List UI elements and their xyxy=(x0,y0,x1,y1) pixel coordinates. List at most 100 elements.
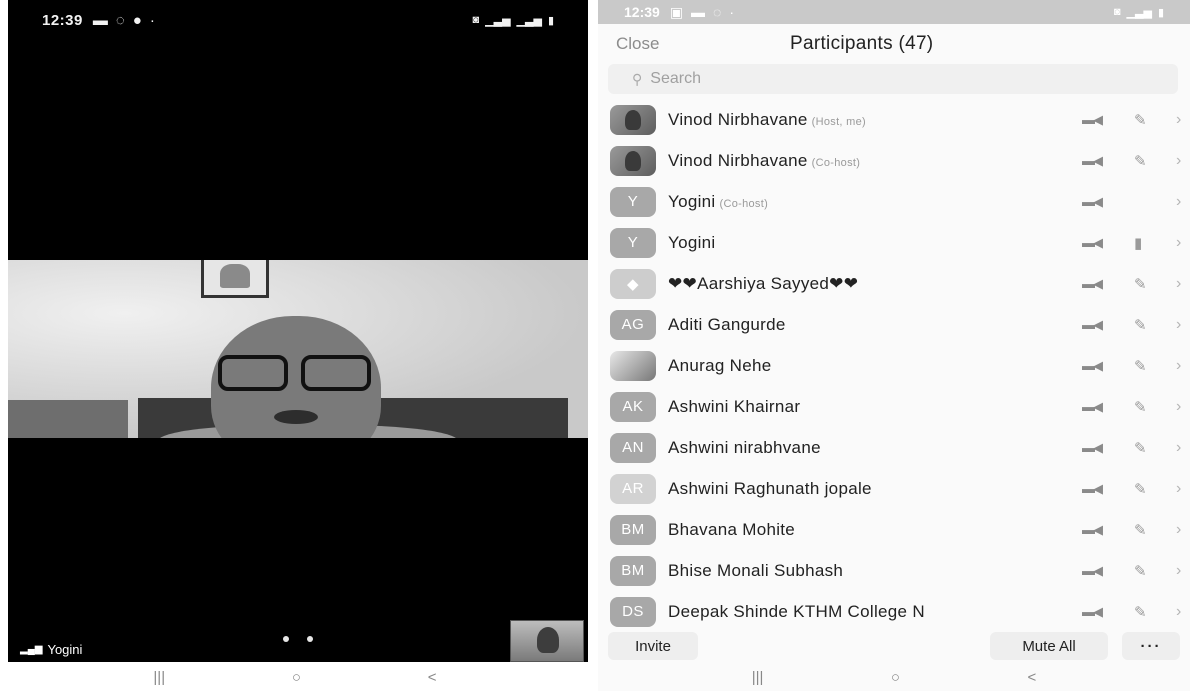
home-icon[interactable]: ○ xyxy=(891,669,900,686)
alarm-icon: ◙ xyxy=(1113,5,1121,18)
self-video-thumbnail[interactable] xyxy=(510,620,584,662)
close-button[interactable]: Close xyxy=(616,34,659,54)
avatar: AN xyxy=(610,432,656,463)
status-bar: 12:39 ▬ ◌ ● · ◙ ▁▃▅ ▁▃▅ ▮ xyxy=(8,0,588,40)
mic-muted-icon: ✎ xyxy=(1134,562,1147,580)
search-input[interactable]: ⚲ Search xyxy=(608,64,1178,94)
video-off-icon: ▬◀ xyxy=(1082,439,1103,455)
back-icon[interactable]: < xyxy=(1027,669,1036,686)
mic-muted-icon: ✎ xyxy=(1134,521,1147,539)
participant-role: (Host, me) xyxy=(811,115,866,128)
participant-name: Ashwini nirabhvane xyxy=(668,437,821,457)
chevron-right-icon: › xyxy=(1176,110,1182,128)
page-title: Participants (47) xyxy=(790,33,934,54)
chevron-right-icon: › xyxy=(1176,233,1182,251)
participant-name: ❤❤Aarshiya Sayyed❤❤ xyxy=(668,273,859,293)
video-off-icon: ▬◀ xyxy=(1082,111,1103,127)
mic-muted-icon: ✎ xyxy=(1134,357,1147,375)
active-speaker-video[interactable] xyxy=(8,260,588,438)
phone-icon: ● xyxy=(132,11,142,29)
invite-button[interactable]: Invite xyxy=(608,632,698,660)
back-icon[interactable]: < xyxy=(428,669,437,686)
home-icon[interactable]: ○ xyxy=(292,669,301,686)
chevron-right-icon: › xyxy=(1176,356,1182,374)
participant-name: Bhavana Mohite xyxy=(668,519,796,539)
battery-icon: ▮ xyxy=(1157,6,1164,19)
participant-row[interactable]: Anurag Nehe ▬◀ ✎ › xyxy=(598,345,1190,386)
participant-row[interactable]: Y Yogini ▬◀ ▮ › xyxy=(598,222,1190,263)
recents-icon[interactable]: ||| xyxy=(752,669,764,686)
avatar xyxy=(610,145,656,176)
mic-muted-icon: ✎ xyxy=(1134,275,1147,293)
avatar: ◆ xyxy=(610,268,656,299)
dot-icon: · xyxy=(729,3,735,20)
participant-row[interactable]: Vinod Nirbhavane (Co-host) ▬◀ ✎ › xyxy=(598,140,1190,181)
whatsapp-icon: ◌ xyxy=(115,11,125,29)
wall-picture xyxy=(201,260,269,298)
signal-icon: ▁▃▅ xyxy=(1126,6,1152,19)
whatsapp-icon: ◌ xyxy=(713,3,722,20)
participant-row[interactable]: BM Bhise Monali Subhash ▬◀ ✎ › xyxy=(598,550,1190,591)
avatar: Y xyxy=(610,227,656,258)
avatar xyxy=(610,104,656,135)
chevron-right-icon: › xyxy=(1176,520,1182,538)
video-off-icon: ▬◀ xyxy=(1082,357,1103,373)
participant-name: Yogini xyxy=(668,232,716,252)
self-name-label: ▂▄▆ Yogini xyxy=(20,642,83,657)
participant-name: Vinod Nirbhavane xyxy=(668,109,808,129)
video-off-icon: ▬◀ xyxy=(1082,398,1103,414)
participant-row[interactable]: BM Bhavana Mohite ▬◀ ✎ › xyxy=(598,509,1190,550)
participant-name: Ashwini Khairnar xyxy=(668,396,801,416)
participant-row[interactable]: AN Ashwini nirabhvane ▬◀ ✎ › xyxy=(598,427,1190,468)
recents-icon[interactable]: ||| xyxy=(153,669,165,686)
message-icon: ▬ xyxy=(691,3,706,20)
participant-row[interactable]: AG Aditi Gangurde ▬◀ ✎ › xyxy=(598,304,1190,345)
mic-muted-icon: ✎ xyxy=(1134,398,1147,416)
android-nav-bar: ||| ○ < xyxy=(598,664,1190,691)
search-icon: ⚲ xyxy=(632,70,643,87)
avatar: Y xyxy=(610,186,656,217)
status-time: 12:39 xyxy=(42,11,83,29)
participant-role: (Co-host) xyxy=(719,197,769,210)
avatar: AK xyxy=(610,391,656,422)
participant-row[interactable]: DS Deepak Shinde KTHM College N ▬◀ ✎ › xyxy=(598,591,1190,632)
video-off-icon: ▬◀ xyxy=(1082,152,1103,168)
screenshot-root: 12:39 ▬ ◌ ● · ◙ ▁▃▅ ▁▃▅ ▮ ▂▄▆ Yogini |||… xyxy=(0,0,1190,691)
mute-all-button[interactable]: Mute All xyxy=(990,632,1108,660)
participants-action-bar: Invite Mute All ··· xyxy=(598,632,1190,664)
battery-icon: ▮ xyxy=(547,14,554,27)
participant-role: (Co-host) xyxy=(811,156,861,169)
participant-row[interactable]: Vinod Nirbhavane (Host, me) ▬◀ ✎ › xyxy=(598,99,1190,140)
chevron-right-icon: › xyxy=(1176,561,1182,579)
mic-muted-icon: ✎ xyxy=(1134,439,1147,457)
participant-row[interactable]: AR Ashwini Raghunath jopale ▬◀ ✎ › xyxy=(598,468,1190,509)
chevron-right-icon: › xyxy=(1176,315,1182,333)
avatar: DS xyxy=(610,596,656,627)
participant-name: Ashwini Raghunath jopale xyxy=(668,478,872,498)
avatar: AR xyxy=(610,473,656,504)
more-options-button[interactable]: ··· xyxy=(1122,632,1180,660)
mic-muted-icon: ✎ xyxy=(1134,152,1147,170)
participant-row[interactable]: AK Ashwini Khairnar ▬◀ ✎ › xyxy=(598,386,1190,427)
participant-row[interactable]: ◆ ❤❤Aarshiya Sayyed❤❤ ▬◀ ✎ › xyxy=(598,263,1190,304)
diamond-icon: ◆ xyxy=(626,275,640,293)
participants-screen: 12:39 ▣ ▬ ◌ · ◙ ▁▃▅ ▮ Close Participants… xyxy=(598,0,1190,691)
avatar: AG xyxy=(610,309,656,340)
video-call-screen: 12:39 ▬ ◌ ● · ◙ ▁▃▅ ▁▃▅ ▮ ▂▄▆ Yogini xyxy=(8,0,588,662)
page-indicator xyxy=(283,636,313,642)
status-time: 12:39 xyxy=(624,4,660,20)
avatar: BM xyxy=(610,555,656,586)
participant-name: Yogini xyxy=(668,191,716,211)
chevron-right-icon: › xyxy=(1176,438,1182,456)
avatar xyxy=(610,350,656,381)
video-off-icon: ▬◀ xyxy=(1082,562,1103,578)
chevron-right-icon: › xyxy=(1176,602,1182,620)
participant-row[interactable]: Y Yogini (Co-host) ▬◀ › xyxy=(598,181,1190,222)
mic-muted-icon: ✎ xyxy=(1134,480,1147,498)
participant-name: Anurag Nehe xyxy=(668,355,772,375)
mic-muted-icon: ✎ xyxy=(1134,316,1147,334)
chevron-right-icon: › xyxy=(1176,274,1182,292)
message-icon: ▬ xyxy=(92,11,108,29)
participants-header: Close Participants (47) xyxy=(598,24,1190,64)
video-off-icon: ▬◀ xyxy=(1082,275,1103,291)
